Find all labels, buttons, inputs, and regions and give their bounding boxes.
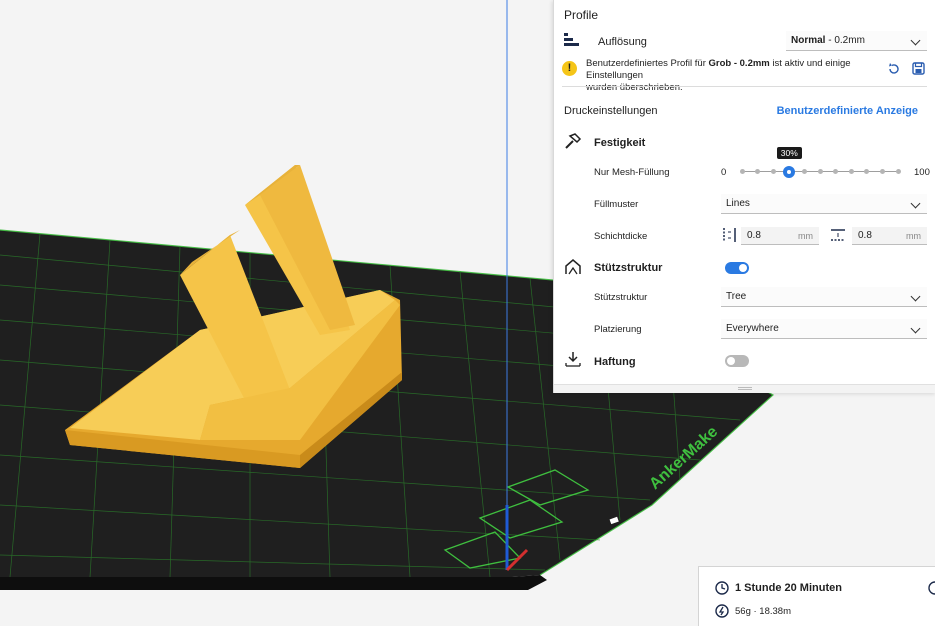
divider xyxy=(562,86,927,87)
support-placement-dropdown[interactable]: Everywhere xyxy=(721,319,927,339)
infill-slider-tick xyxy=(739,169,745,174)
infill-label: Nur Mesh-Füllung xyxy=(594,167,670,178)
hammer-icon xyxy=(565,133,582,149)
reset-icon[interactable] xyxy=(887,62,901,76)
strength-title: Festigkeit xyxy=(594,137,646,149)
infill-slider-tick xyxy=(770,169,776,174)
infill-slider-tick xyxy=(801,169,807,174)
info-icon[interactable] xyxy=(928,581,935,595)
support-icon xyxy=(565,259,581,275)
adhesion-icon xyxy=(565,352,581,367)
resolution-dropdown[interactable]: Normal - 0.2mm xyxy=(786,31,927,51)
infill-slider-tick xyxy=(817,169,823,174)
support-type-dropdown[interactable]: Tree xyxy=(721,287,927,307)
warning-icon: ! xyxy=(562,61,577,76)
infill-slider-tick xyxy=(848,169,854,174)
material-usage: 56g · 18.38m xyxy=(735,606,791,617)
panel-resize-handle[interactable] xyxy=(554,384,935,393)
adhesion-title: Haftung xyxy=(594,356,636,368)
adhesion-toggle[interactable] xyxy=(725,355,749,367)
infill-slider[interactable]: 30% xyxy=(739,147,901,179)
resolution-icon xyxy=(564,33,579,46)
chevron-down-icon xyxy=(910,198,921,209)
top-bottom-thickness-icon xyxy=(831,229,845,241)
chevron-down-icon xyxy=(910,291,921,302)
top-bottom-thickness-input[interactable]: 0.8 mm xyxy=(852,227,927,245)
infill-slider-tick xyxy=(864,169,870,174)
infill-min: 0 xyxy=(721,167,727,178)
layer-thickness-label: Schichtdicke xyxy=(594,231,648,242)
resolution-label: Auflösung xyxy=(598,36,647,48)
infill-tooltip: 30% xyxy=(776,147,802,159)
chevron-down-icon xyxy=(910,35,921,46)
infill-slider-tick xyxy=(755,169,761,174)
infill-pattern-dropdown[interactable]: Lines xyxy=(721,194,927,214)
chevron-down-icon xyxy=(910,323,921,334)
support-type-label: Stützstruktur xyxy=(594,292,648,303)
infill-slider-tick xyxy=(879,169,885,174)
custom-view-link[interactable]: Benutzerdefinierte Anzeige xyxy=(777,105,918,117)
material-icon xyxy=(715,604,729,618)
clock-icon xyxy=(715,581,729,595)
infill-slider-handle[interactable] xyxy=(782,166,795,178)
wall-thickness-icon xyxy=(723,228,736,242)
print-settings-title: Druckeinstellungen xyxy=(564,105,658,117)
support-toggle[interactable] xyxy=(725,262,749,274)
infill-max: 100 xyxy=(914,167,930,178)
profile-warning-text: Benutzerdefiniertes Profil für Grob - 0.… xyxy=(586,58,851,93)
infill-slider-tick xyxy=(895,169,901,174)
print-settings-panel: Profile Auflösung Normal - 0.2mm ! Benut… xyxy=(553,0,935,393)
wall-thickness-input[interactable]: 0.8 mm xyxy=(741,227,819,245)
infill-slider-tick xyxy=(833,169,839,174)
support-placement-label: Platzierung xyxy=(594,324,642,335)
print-time: 1 Stunde 20 Minuten xyxy=(735,582,842,594)
print-estimate-card[interactable]: 1 Stunde 20 Minuten 56g · 18.38m xyxy=(698,566,935,626)
save-icon[interactable] xyxy=(912,62,926,76)
support-title: Stützstruktur xyxy=(594,262,663,274)
profile-section-title: Profile xyxy=(564,8,599,22)
infill-pattern-label: Füllmuster xyxy=(594,199,639,210)
